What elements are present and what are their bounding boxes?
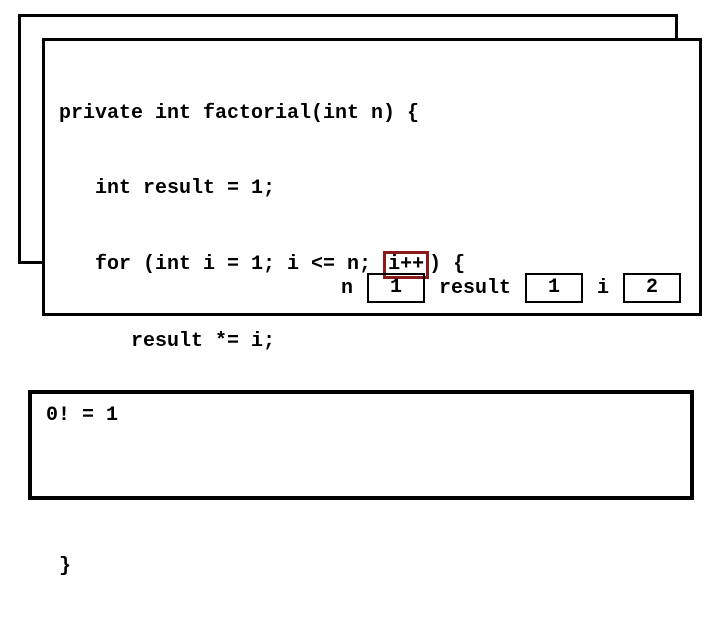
variables-row: n 1 result 1 i 2 xyxy=(45,273,699,303)
code-block: private int factorial(int n) { int resul… xyxy=(59,51,685,629)
var-i-value: 2 xyxy=(623,273,681,303)
var-i-label: i xyxy=(597,277,609,300)
output-console: 0! = 1 xyxy=(28,390,694,500)
code-line-4: result *= i; xyxy=(59,329,685,354)
var-result-label: result xyxy=(439,277,511,300)
code-line-1: private int factorial(int n) { xyxy=(59,101,685,126)
code-line-2: int result = 1; xyxy=(59,176,685,201)
var-n-label: n xyxy=(341,277,353,300)
stack-frame-front: private int factorial(int n) { int resul… xyxy=(42,38,702,316)
var-result-value: 1 xyxy=(525,273,583,303)
code-line-7: } xyxy=(59,554,685,579)
output-line-1: 0! = 1 xyxy=(46,404,118,427)
var-n-value: 1 xyxy=(367,273,425,303)
